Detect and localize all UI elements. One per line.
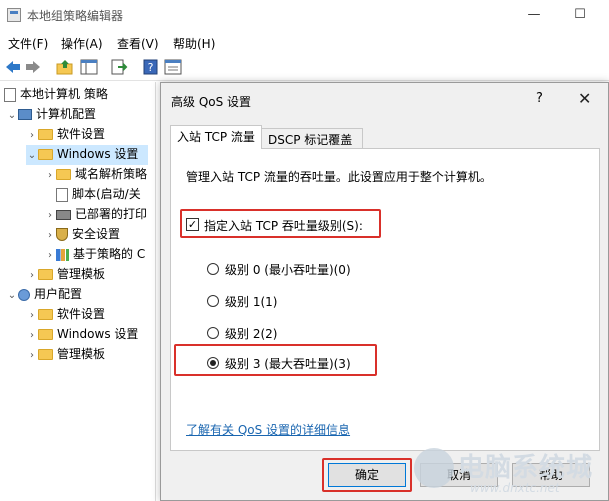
- panel-description: 管理入站 TCP 流量的吞吐量。此设置应用于整个计算机。: [186, 170, 492, 184]
- dialog-title: 高级 QoS 设置: [171, 95, 252, 109]
- dialog-help-button[interactable]: ?: [536, 91, 543, 106]
- radio-level-2[interactable]: [207, 327, 219, 339]
- tree-item-computer-config[interactable]: ⌄ 计算机配置: [6, 105, 96, 125]
- script-icon: [56, 187, 68, 202]
- menu-bar: 文件(F) 操作(A) 查看(V) 帮助(H): [0, 31, 609, 53]
- tree-item-security-settings[interactable]: › 安全设置: [44, 225, 120, 245]
- radio-level-3-label[interactable]: 级别 3 (最大吞吐量)(3): [225, 355, 351, 372]
- collapse-icon[interactable]: ⌄: [6, 110, 18, 121]
- folder-icon: [38, 129, 53, 140]
- expand-icon[interactable]: ›: [26, 270, 38, 281]
- tree-item-software-settings[interactable]: › 软件设置: [26, 125, 105, 145]
- tree-item-user-config[interactable]: ⌄ 用户配置: [6, 285, 82, 305]
- throughput-level-checkbox-label[interactable]: 指定入站 TCP 吞吐量级别(S):: [204, 217, 363, 234]
- site-watermark: 电脑系统城 www.dnxtc.net: [412, 445, 609, 501]
- expand-icon[interactable]: ›: [26, 130, 38, 141]
- folder-icon: [38, 329, 53, 340]
- menu-action[interactable]: 操作(A): [61, 35, 103, 52]
- radio-level-1-label[interactable]: 级别 1(1): [225, 293, 277, 310]
- tree-item-admin-templates[interactable]: › 管理模板: [26, 265, 105, 285]
- folder-open-icon: [38, 149, 53, 160]
- watermark-text: 电脑系统城: [458, 453, 594, 483]
- navigation-tree: 本地计算机 策略 ⌄ 计算机配置 › 软件设置 ⌄ Windows 设置 › 域名解析策…: [0, 82, 156, 501]
- tree-item-deployed-printers[interactable]: › 已部署的打印: [44, 205, 147, 225]
- dialog-close-button[interactable]: ✕: [578, 89, 591, 108]
- security-shield-icon: [56, 228, 68, 241]
- expand-icon[interactable]: ›: [44, 170, 56, 181]
- show-hide-tree-icon[interactable]: [80, 59, 98, 75]
- qos-chart-icon: [56, 248, 69, 261]
- folder-icon: [38, 269, 53, 280]
- collapse-icon[interactable]: ⌄: [6, 290, 18, 301]
- expand-icon[interactable]: ›: [44, 230, 56, 241]
- maximize-button[interactable]: ☐: [567, 5, 593, 25]
- ok-button[interactable]: 确定: [328, 463, 406, 487]
- forward-icon[interactable]: [24, 59, 42, 75]
- expand-icon[interactable]: ›: [26, 330, 38, 341]
- tree-item-user-windows-settings[interactable]: › Windows 设置: [26, 325, 138, 345]
- menu-file[interactable]: 文件(F): [8, 35, 48, 52]
- radio-level-2-label[interactable]: 级别 2(2): [225, 325, 277, 342]
- expand-icon[interactable]: ›: [44, 250, 56, 261]
- window-titlebar: 本地组策略编辑器 — ☐: [0, 0, 609, 30]
- watermark-logo-icon: [414, 448, 454, 488]
- menu-view[interactable]: 查看(V): [117, 35, 159, 52]
- tree-item-user-software-settings[interactable]: › 软件设置: [26, 305, 105, 325]
- collapse-icon[interactable]: ⌄: [26, 150, 38, 161]
- window-title: 本地组策略编辑器: [27, 9, 124, 23]
- export-list-icon[interactable]: [110, 59, 128, 75]
- folder-icon: [56, 169, 71, 180]
- folder-icon: [38, 309, 53, 320]
- tree-item-dns-policy[interactable]: › 域名解析策略: [44, 165, 147, 185]
- tree-item-user-admin-templates[interactable]: › 管理模板: [26, 345, 105, 365]
- toolbar: ?: [0, 55, 609, 81]
- throughput-level-checkbox[interactable]: ✓: [186, 218, 199, 231]
- qos-details-link[interactable]: 了解有关 QoS 设置的详细信息: [186, 421, 350, 438]
- menu-help[interactable]: 帮助(H): [173, 35, 215, 52]
- tab-dscp-override[interactable]: DSCP 标记覆盖: [261, 128, 363, 150]
- radio-level-3[interactable]: [207, 357, 219, 369]
- up-folder-icon[interactable]: [56, 59, 74, 75]
- svg-text:?: ?: [148, 61, 154, 74]
- policy-document-icon: [4, 87, 16, 102]
- minimize-button[interactable]: —: [521, 5, 547, 25]
- watermark-url: www.dnxtc.net: [470, 481, 560, 495]
- radio-level-0-label[interactable]: 级别 0 (最小吞吐量)(0): [225, 261, 351, 278]
- radio-level-1[interactable]: [207, 295, 219, 307]
- expand-icon[interactable]: ›: [26, 310, 38, 321]
- advanced-qos-dialog: 高级 QoS 设置 ? ✕ 入站 TCP 流量 DSCP 标记覆盖 管理入站 T…: [160, 82, 609, 501]
- tree-item-scripts[interactable]: 脚本(启动/关: [56, 185, 141, 205]
- back-icon[interactable]: [4, 59, 22, 75]
- tree-item-local-policy[interactable]: 本地计算机 策略: [4, 85, 108, 105]
- expand-icon[interactable]: ›: [44, 210, 56, 221]
- tab-inbound-tcp[interactable]: 入站 TCP 流量: [170, 125, 262, 149]
- expand-icon[interactable]: ›: [26, 350, 38, 361]
- gpedit-app-icon: [7, 8, 21, 22]
- user-icon: [18, 288, 30, 301]
- tab-panel: 管理入站 TCP 流量的吞吐量。此设置应用于整个计算机。 ✓ 指定入站 TCP …: [170, 148, 600, 451]
- folder-icon: [38, 349, 53, 360]
- printer-icon: [56, 209, 71, 220]
- properties-icon[interactable]: [164, 59, 182, 75]
- radio-level-0[interactable]: [207, 263, 219, 275]
- tree-item-policy-based-qos[interactable]: › 基于策略的 C: [44, 245, 145, 265]
- computer-icon: [18, 109, 32, 120]
- help-icon[interactable]: ?: [142, 59, 160, 75]
- tree-item-windows-settings[interactable]: ⌄ Windows 设置: [26, 145, 148, 165]
